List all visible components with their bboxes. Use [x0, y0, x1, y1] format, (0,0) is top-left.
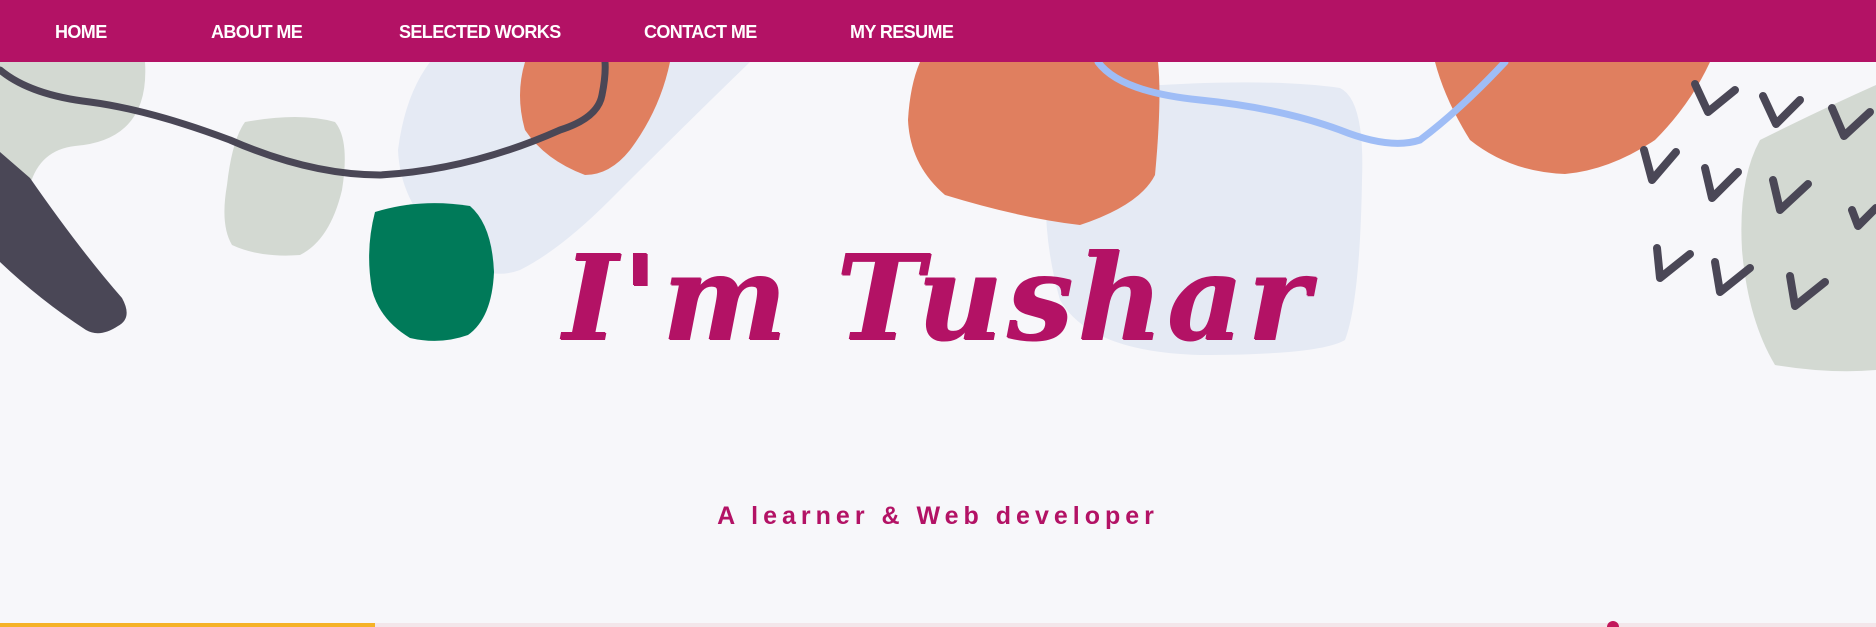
hero-title: I'm Tushar — [562, 228, 1314, 367]
nav-resume-link[interactable]: MY RESUME — [850, 0, 954, 62]
top-navbar: HOME ABOUT ME SELECTED WORKS CONTACT ME … — [0, 0, 1876, 62]
hero-subtitle: A learner & Web developer — [717, 502, 1159, 530]
scroll-indicator-dot — [1607, 621, 1619, 627]
nav-about-link[interactable]: ABOUT ME — [211, 0, 303, 62]
nav-selected-works-link[interactable]: SELECTED WORKS — [399, 0, 561, 62]
orange-shape-center — [908, 62, 1160, 225]
nav-home-link[interactable]: HOME — [55, 0, 107, 62]
scroll-progress-bar — [0, 623, 1876, 627]
scroll-progress-fill — [0, 623, 376, 627]
nav-contact-link[interactable]: CONTACT ME — [644, 0, 757, 62]
